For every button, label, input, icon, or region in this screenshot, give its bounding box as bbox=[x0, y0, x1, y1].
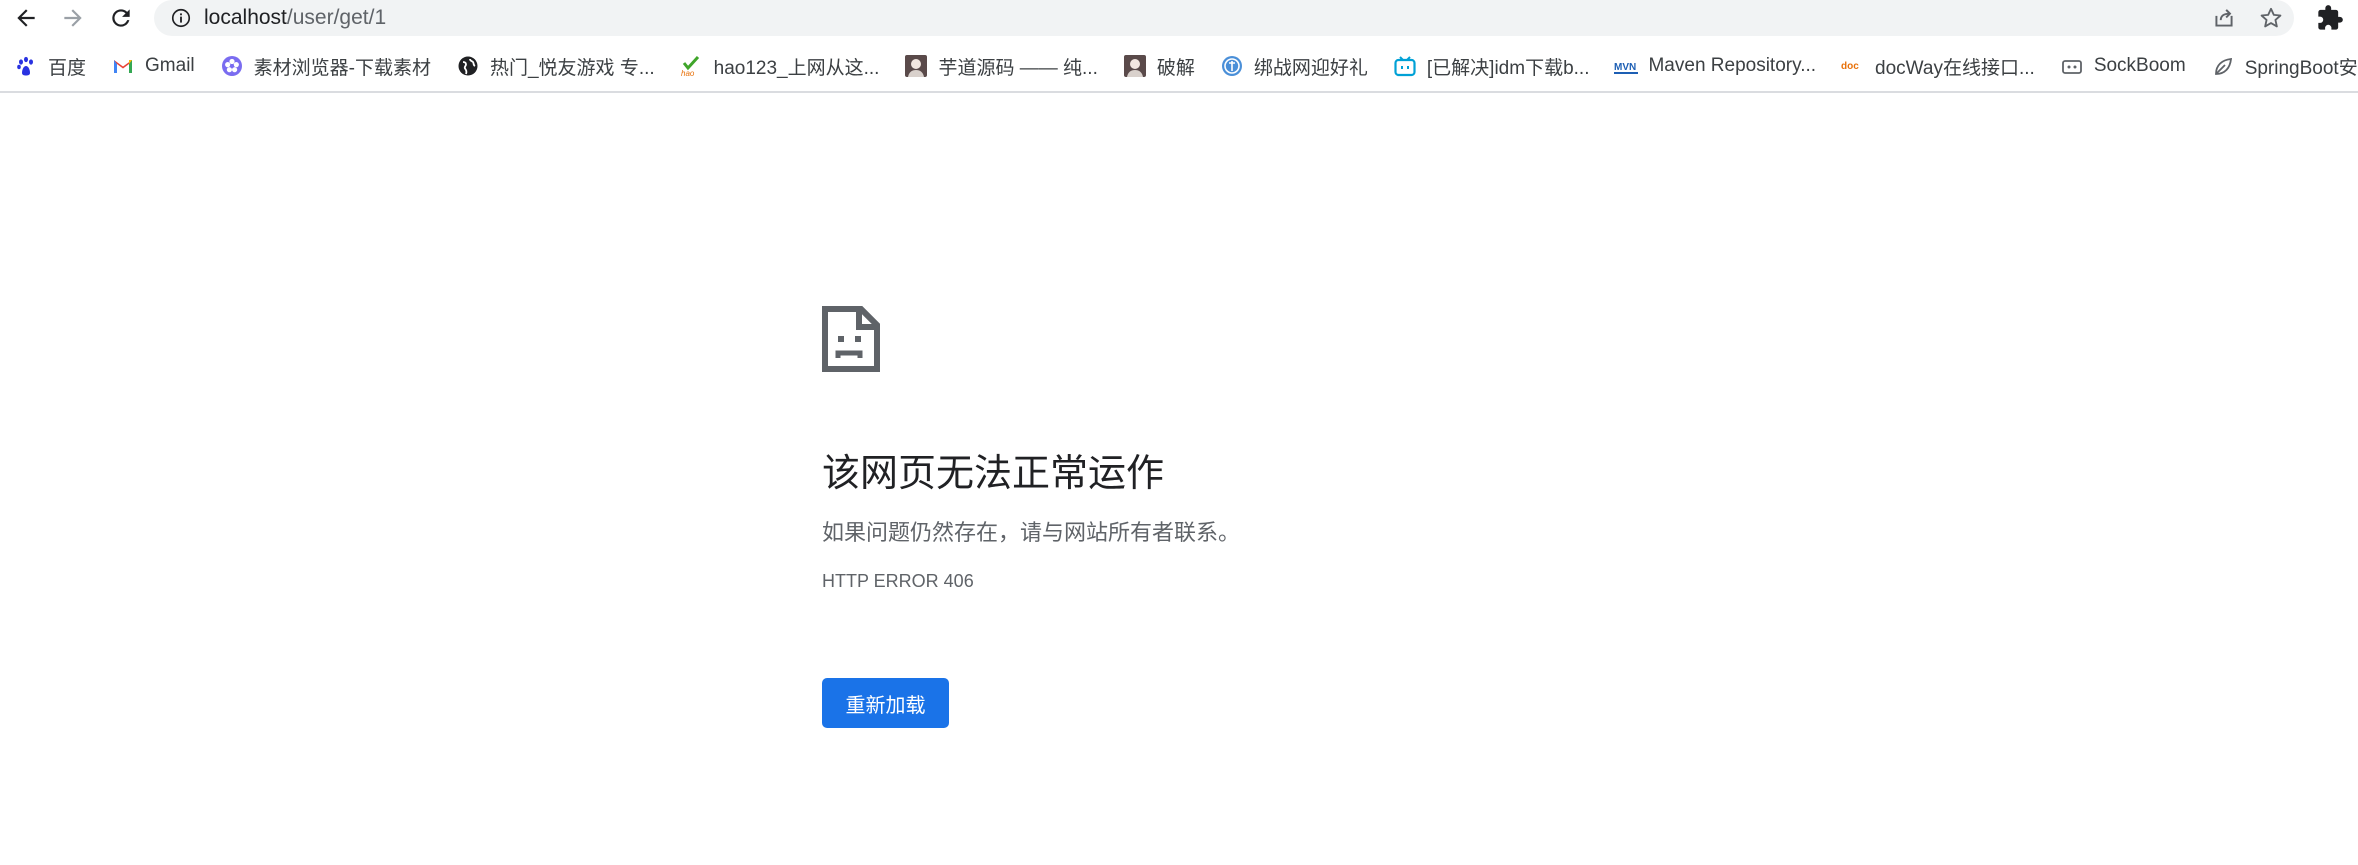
bookmark-label: docWay在线接口... bbox=[1875, 57, 2035, 79]
svg-text:doc: doc bbox=[1841, 61, 1859, 72]
bookmark-sucai[interactable]: 素材浏览器-下载素材 bbox=[207, 45, 443, 87]
leaf-icon bbox=[2211, 54, 2235, 78]
bookmark-docway[interactable]: doc docWay在线接口... bbox=[1828, 45, 2047, 87]
doc-icon: doc bbox=[1841, 54, 1865, 78]
share-icon[interactable] bbox=[2207, 2, 2241, 34]
reload-page-button[interactable]: 重新加载 bbox=[822, 678, 949, 728]
globe-icon bbox=[456, 54, 480, 78]
reload-icon bbox=[112, 9, 130, 27]
avatar-icon bbox=[1123, 54, 1147, 78]
url-path: /user/get/1 bbox=[286, 6, 387, 29]
cat-icon bbox=[2060, 54, 2084, 78]
bookmark-label: 绑战网迎好礼 bbox=[1253, 57, 1368, 79]
bookmark-label: Gmail bbox=[145, 55, 195, 76]
extensions-button[interactable] bbox=[2310, 0, 2350, 36]
error-page: 该网页无法正常运作 如果问题仍然存在，请与网站所有者联系。 HTTP ERROR… bbox=[822, 306, 1240, 728]
bookmark-label: 百度 bbox=[48, 57, 87, 79]
browser-toolbar: localhost/user/get/1 bbox=[0, 0, 2358, 36]
bookmark-label: 素材浏览器-下载素材 bbox=[253, 57, 431, 79]
shield-icon bbox=[1220, 54, 1244, 78]
gmail-icon bbox=[111, 54, 135, 78]
bilibili-tv-icon bbox=[1393, 54, 1417, 78]
svg-text:hao: hao bbox=[681, 69, 695, 78]
bookmark-springboot[interactable]: SpringBoot安全管 bbox=[2198, 45, 2358, 87]
bookmark-label: 热门_悦友游戏 专... bbox=[489, 57, 655, 79]
svg-text:MVN: MVN bbox=[1614, 62, 1636, 73]
info-icon[interactable] bbox=[168, 5, 194, 31]
bookmark-label: [已解决]idm下载b... bbox=[1426, 57, 1590, 79]
bookmark-label: Maven Repository... bbox=[1648, 55, 1817, 76]
toolbar-divider bbox=[0, 91, 2358, 93]
url-host: localhost bbox=[204, 6, 287, 29]
flower-icon bbox=[220, 54, 244, 78]
baidu-paw-icon bbox=[14, 54, 38, 78]
bookmark-label: SockBoom bbox=[2093, 55, 2186, 76]
url-text[interactable]: localhost/user/get/1 bbox=[204, 6, 386, 30]
bookmark-maven[interactable]: MVN Maven Repository... bbox=[1601, 45, 1828, 87]
avatar-icon bbox=[904, 54, 928, 78]
bookmark-gmail[interactable]: Gmail bbox=[98, 45, 207, 87]
puzzle-icon bbox=[2318, 5, 2343, 30]
bookmark-sockboom[interactable]: SockBoom bbox=[2047, 45, 2198, 87]
error-code: HTTP ERROR 406 bbox=[822, 571, 974, 591]
error-subtitle: 如果问题仍然存在，请与网站所有者联系。 bbox=[822, 521, 1241, 546]
hao123-icon: hao bbox=[680, 54, 704, 78]
bookmark-label: hao123_上网从这... bbox=[713, 57, 880, 79]
bookmark-yudao[interactable]: 芋道源码 —— 纯... bbox=[891, 45, 1109, 87]
bookmark-label: 芋道源码 —— 纯... bbox=[938, 57, 1098, 79]
star-icon[interactable] bbox=[2254, 2, 2288, 34]
bookmark-label: SpringBoot安全管 bbox=[2244, 57, 2358, 79]
reload-button[interactable] bbox=[103, 0, 139, 36]
arrow-back-icon bbox=[17, 9, 35, 27]
bookmark-hao123[interactable]: hao hao123_上网从这... bbox=[667, 45, 892, 87]
bookmark-idm[interactable]: [已解决]idm下载b... bbox=[1380, 45, 1602, 87]
bookmark-pojie[interactable]: 破解 bbox=[1110, 45, 1207, 87]
error-title: 该网页无法正常运作 bbox=[822, 451, 1165, 495]
sad-document-icon bbox=[822, 306, 880, 372]
bookmarks-bar: 百度 Gmail 素材浏览器-下载素材 热门_悦友游戏 专... hao hao… bbox=[0, 45, 2358, 87]
bookmark-baidu[interactable]: 百度 bbox=[0, 45, 98, 87]
bookmark-battlenet[interactable]: 绑战网迎好礼 bbox=[1207, 45, 1380, 87]
arrow-forward-icon bbox=[64, 9, 82, 27]
bookmark-yueyou[interactable]: 热门_悦友游戏 专... bbox=[443, 45, 667, 87]
bookmark-label: 破解 bbox=[1156, 57, 1195, 79]
address-bar[interactable]: localhost/user/get/1 bbox=[154, 0, 2294, 36]
mvn-icon: MVN bbox=[1614, 54, 1639, 78]
forward-button[interactable] bbox=[55, 0, 91, 36]
back-button[interactable] bbox=[8, 0, 44, 36]
